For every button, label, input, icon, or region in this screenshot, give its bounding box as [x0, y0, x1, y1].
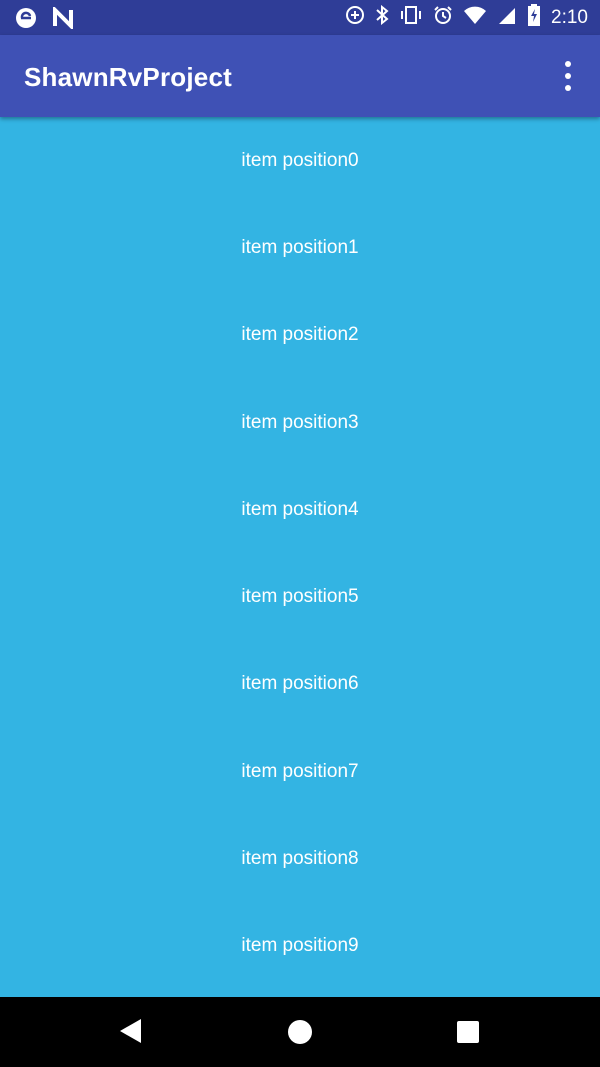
signal-icon [497, 5, 517, 31]
app-title: ShawnRvProject [24, 62, 232, 92]
app-bar: ShawnRvProject [0, 35, 600, 117]
back-icon[interactable] [120, 1019, 141, 1043]
battery-charging-icon [527, 4, 541, 32]
list-item-label: item position1 [241, 236, 359, 258]
list-item-label: item position6 [241, 673, 359, 695]
list-item-label: item position0 [241, 149, 359, 171]
wifi-icon [463, 5, 487, 31]
recycler-list[interactable]: item position0 item position1 item posit… [0, 117, 600, 997]
status-bar: 2:10 [0, 0, 600, 35]
alarm-icon [433, 5, 453, 31]
status-time: 2:10 [551, 7, 588, 28]
data-saver-icon [345, 5, 365, 31]
list-item-label: item position9 [241, 935, 359, 957]
list-item-label: item position8 [241, 848, 359, 870]
list-item[interactable]: item position2 [0, 292, 600, 379]
list-item[interactable]: item position1 [0, 204, 600, 291]
list-item[interactable]: item position8 [0, 815, 600, 902]
home-icon[interactable] [288, 1020, 312, 1044]
list-item[interactable]: item position7 [0, 728, 600, 815]
list-item[interactable]: item position0 [0, 117, 600, 204]
list-item-label: item position2 [241, 324, 359, 346]
e-browser-icon [14, 6, 38, 35]
bluetooth-icon [375, 4, 389, 31]
list-item[interactable]: item position3 [0, 379, 600, 466]
list-item-label: item position7 [241, 760, 359, 782]
vibrate-icon [399, 5, 423, 31]
list-item[interactable]: item position5 [0, 553, 600, 640]
navigation-bar [0, 997, 600, 1067]
list-item[interactable]: item position4 [0, 466, 600, 553]
list-item[interactable]: item position9 [0, 903, 600, 990]
overflow-menu-icon[interactable] [554, 61, 582, 91]
list-item-label: item position4 [241, 498, 359, 520]
list-item[interactable]: item position6 [0, 641, 600, 728]
n-notification-icon [52, 5, 74, 34]
list-item-label: item position3 [241, 411, 359, 433]
list-item-label: item position5 [241, 586, 359, 608]
recents-icon[interactable] [457, 1021, 479, 1043]
